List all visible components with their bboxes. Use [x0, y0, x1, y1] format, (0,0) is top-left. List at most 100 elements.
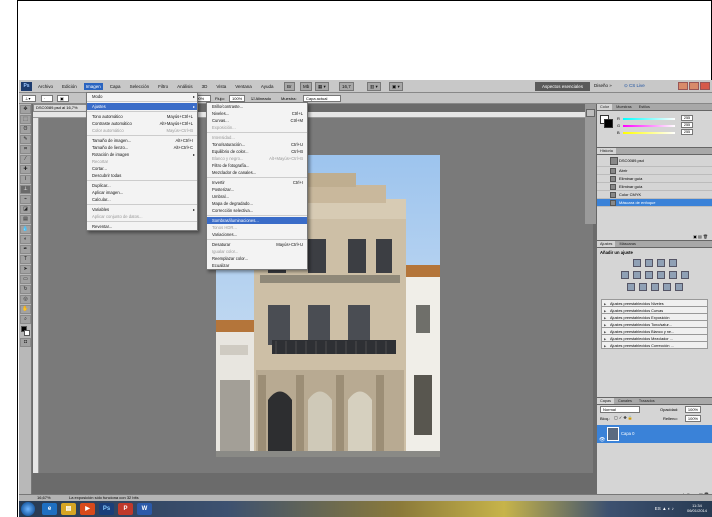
selective-color-icon[interactable]	[674, 283, 683, 291]
marquee-tool-icon[interactable]: ⬚	[20, 115, 31, 124]
ajustes-menu-item-13[interactable]: Mapa de degradado...	[207, 200, 307, 207]
color-tab-0[interactable]: Color	[597, 104, 613, 110]
menu-item-6[interactable]: Análisis	[175, 83, 195, 90]
lasso-tool-icon[interactable]: ʘ	[20, 125, 31, 134]
type-tool-icon[interactable]: T	[20, 255, 31, 264]
ajustes-menu-item-17[interactable]: Variaciones...	[207, 231, 307, 238]
ajustes-menu-item-6[interactable]: Equilibrio de color... Ctrl+B	[207, 148, 307, 155]
gradient-map-icon[interactable]	[662, 283, 671, 291]
ajustes-menu-item-18[interactable]: Desaturar Mayús+Ctrl+U	[207, 241, 307, 248]
ajustes-menu-item-8[interactable]: Filtro de fotografía...	[207, 162, 307, 169]
brightness-icon[interactable]	[632, 259, 641, 267]
menu-item-10[interactable]: Ayuda	[259, 83, 276, 90]
history-dock-icon[interactable]	[586, 109, 595, 117]
menu-item-2[interactable]: Imagen	[83, 83, 103, 90]
ajustes-menu-item-11[interactable]: Posterizar...	[207, 186, 307, 193]
pen-tool-icon[interactable]: ✒	[20, 245, 31, 254]
ajustes-menu-item-9[interactable]: Mezclador de canales...	[207, 169, 307, 176]
color-balance-icon[interactable]	[644, 271, 653, 279]
ajustes-menu-item-0[interactable]: Brillo/contraste...	[207, 103, 307, 110]
ajustes-menu-item-5[interactable]: Tono/saturación... Ctrl+U	[207, 141, 307, 148]
ajustes-menu-item-20[interactable]: Reemplazar color...	[207, 255, 307, 262]
history-brush-tool-icon[interactable]: ⌁	[20, 195, 31, 204]
history-item[interactable]: Máscara de enfoque	[597, 199, 712, 207]
ajustes-menu-item-10[interactable]: Invertir Ctrl+I	[207, 179, 307, 186]
brush-size-picker[interactable]: ·	[41, 95, 53, 102]
ajustes-menu-item-21[interactable]: Ecualizar	[207, 262, 307, 269]
invert-icon[interactable]	[626, 283, 635, 291]
imagen-menu-item-3[interactable]: Contraste automático Alt+Mayús+Ctrl+L	[87, 120, 197, 127]
bw-icon[interactable]	[656, 271, 665, 279]
history-snapshot[interactable]: DSC0089.psd	[597, 155, 712, 167]
blur-tool-icon[interactable]: 💧	[20, 225, 31, 234]
muestra-select[interactable]: Capa actual	[303, 95, 341, 102]
color-slider[interactable]	[623, 125, 675, 127]
imagen-menu-item-5[interactable]: Tamaño de imagen... Alt+Ctrl+I	[87, 137, 197, 144]
shape-tool-icon[interactable]: ▭	[20, 275, 31, 284]
menu-item-1[interactable]: Edición	[60, 83, 79, 90]
fill-field[interactable]: 100%	[685, 415, 701, 422]
cs-live-button[interactable]: ⊙ CS Live	[624, 83, 645, 89]
layers-tab-1[interactable]: Canales	[615, 398, 635, 404]
crop-tool-icon[interactable]: ⌗	[20, 145, 31, 154]
photo-filter-icon[interactable]	[668, 271, 677, 279]
history-tab-0[interactable]: Historia	[597, 148, 616, 154]
color-channel-value[interactable]: 255	[681, 115, 693, 121]
menu-item-3[interactable]: Capa	[108, 83, 123, 90]
color-slider[interactable]	[623, 118, 675, 120]
media-taskbar-icon[interactable]: ▶	[80, 503, 95, 515]
zoom-tool-icon[interactable]: ⌕	[20, 315, 31, 324]
zoom-level-box[interactable]: 16,7	[339, 82, 354, 91]
workspace-design-button[interactable]: Diseño »	[594, 83, 612, 88]
extras-button[interactable]: ▦ ▾	[315, 82, 329, 91]
color-tab-2[interactable]: Estilos	[636, 104, 653, 110]
quick-mask-icon[interactable]: ◘	[20, 338, 31, 347]
mode-picker[interactable]: ▣	[57, 95, 69, 102]
posterize-icon[interactable]	[638, 283, 647, 291]
eyedropper-tool-icon[interactable]: ⁄	[20, 155, 31, 164]
minimize-button[interactable]	[678, 82, 688, 90]
blend-mode-select[interactable]: Normal	[600, 406, 640, 413]
bridge-button[interactable]: Br	[284, 82, 295, 91]
menu-item-7[interactable]: 3D	[200, 83, 210, 90]
layers-tab-2[interactable]: Trazados	[636, 398, 658, 404]
color-tab-1[interactable]: Muestras	[613, 104, 635, 110]
start-button[interactable]	[21, 502, 35, 516]
history-item[interactable]: Eliminar guía	[597, 183, 712, 191]
dodge-tool-icon[interactable]: ◐	[20, 235, 31, 244]
arrange-button[interactable]: ▥ ▾	[367, 82, 381, 91]
powerpoint-taskbar-icon[interactable]: P	[118, 503, 133, 515]
threshold-icon[interactable]	[650, 283, 659, 291]
imagen-menu-item-2[interactable]: Tono automático Mayús+Ctrl+L	[87, 113, 197, 120]
menu-item-5[interactable]: Filtro	[156, 83, 170, 90]
close-button[interactable]	[700, 82, 710, 90]
adjust-tab-0[interactable]: Ajustes	[597, 241, 616, 247]
document-tab[interactable]: DSC0089.psd al 16,7%	[33, 104, 91, 112]
history-item[interactable]: Abrir	[597, 167, 712, 175]
healing-tool-icon[interactable]: ✚	[20, 165, 31, 174]
ajustes-menu-item-12[interactable]: Umbral...	[207, 193, 307, 200]
adjust-preset-item[interactable]: Ajustes preestablecidos Corrección ...	[601, 341, 708, 350]
path-select-tool-icon[interactable]: ➤	[20, 265, 31, 274]
menu-item-0[interactable]: Archivo	[36, 83, 55, 90]
exposure-icon[interactable]	[668, 259, 677, 267]
color-channel-value[interactable]: 255	[681, 122, 693, 128]
ajustes-menu-item-14[interactable]: Corrección selectiva...	[207, 207, 307, 214]
imagen-menu-item-0[interactable]: Modo ▸	[87, 93, 197, 100]
imagen-menu-item-12[interactable]: Aplicar imagen...	[87, 189, 197, 196]
ajustes-menu-item-2[interactable]: Curvas... Ctrl+M	[207, 117, 307, 124]
curves-icon[interactable]	[656, 259, 665, 267]
3d-rotate-tool-icon[interactable]: ↻	[20, 285, 31, 294]
hue-sat-icon[interactable]	[632, 271, 641, 279]
levels-icon[interactable]	[644, 259, 653, 267]
workspace-essentials-button[interactable]: Aspectos esenciales	[535, 82, 590, 91]
color-channel-value[interactable]: 255	[681, 129, 693, 135]
minibridge-button[interactable]: Mb	[300, 82, 313, 91]
tool-preset-picker[interactable]: ⊥▾	[22, 95, 36, 102]
channel-mixer-icon[interactable]	[680, 271, 689, 279]
alineado-checkbox[interactable]: ☑ Alineado	[251, 96, 271, 101]
menu-item-9[interactable]: Ventana	[233, 83, 254, 90]
imagen-menu-item-9[interactable]: Cortar...	[87, 165, 197, 172]
color-slider[interactable]	[623, 132, 675, 134]
ajustes-menu-item-15[interactable]: Sombras/iluminaciones...	[207, 217, 307, 224]
